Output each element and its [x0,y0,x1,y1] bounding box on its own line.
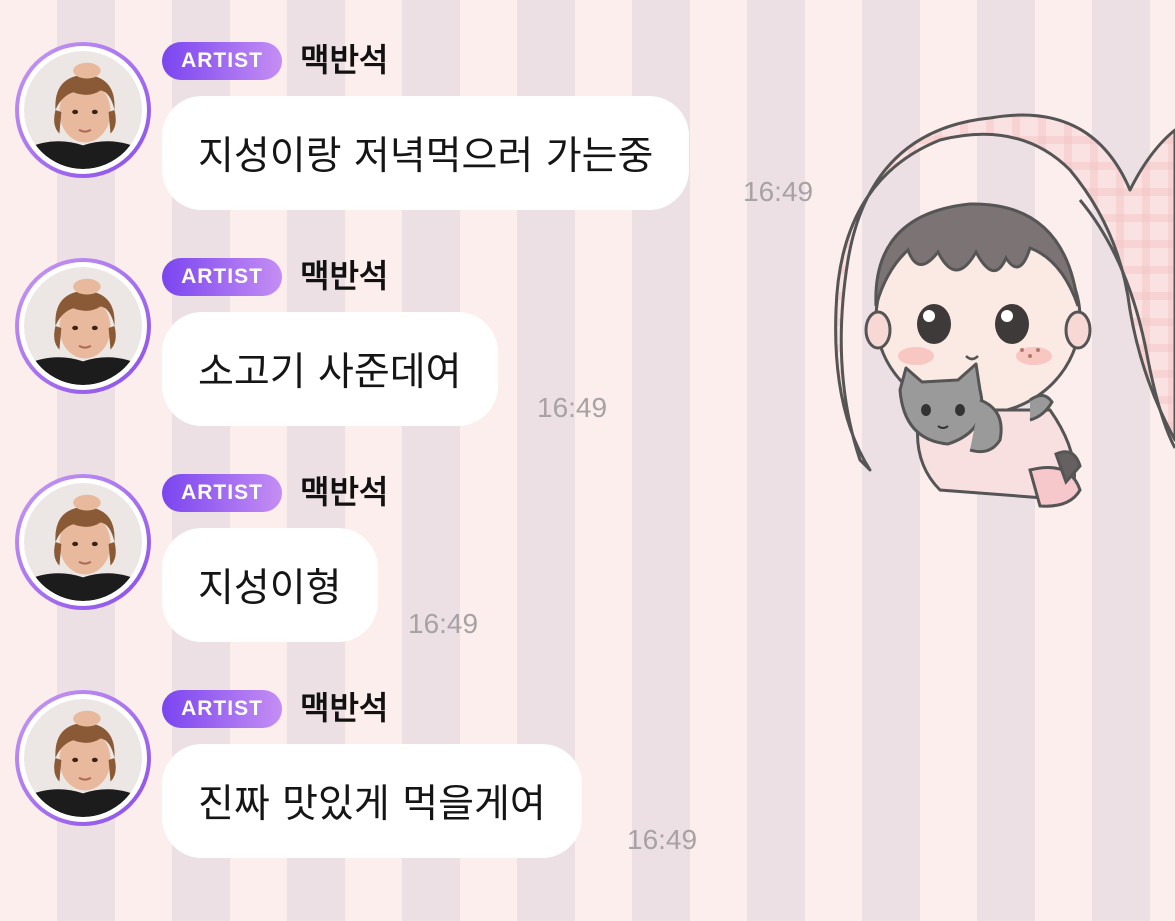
chat-message: ARTIST 맥반석 소고기 사준데여 16:49 [0,216,900,426]
artist-badge: ARTIST [162,690,282,728]
message-bubble[interactable]: 지성이형 [162,528,378,642]
artist-badge: ARTIST [162,42,282,80]
chat-message: ARTIST 맥반석 지성이랑 저녁먹으러 가는중 16:49 [0,0,900,210]
profile-photo-icon [24,699,142,817]
profile-photo-icon [24,267,142,385]
message-bubble[interactable]: 진짜 맛있게 먹을게여 [162,744,582,858]
chibi-with-cat-sticker-icon[interactable] [830,110,1175,530]
message-timestamp: 16:49 [627,824,698,855]
message-timestamp: 16:49 [537,392,608,423]
chat-log: ARTIST 맥반석 지성이랑 저녁먹으러 가는중 16:49 ARTIST 맥… [0,0,1175,921]
avatar[interactable] [15,690,151,826]
sender-name: 맥반석 [300,689,389,727]
avatar[interactable] [15,258,151,394]
chat-message: ARTIST 맥반석 지성이형 16:49 [0,432,900,642]
message-timestamp: 16:49 [743,176,814,207]
avatar[interactable] [15,474,151,610]
artist-badge: ARTIST [162,474,282,512]
profile-photo-icon [24,51,142,169]
artist-badge: ARTIST [162,258,282,296]
sender-name: 맥반석 [300,257,389,295]
sender-name: 맥반석 [300,473,389,511]
avatar[interactable] [15,42,151,178]
profile-photo-icon [24,483,142,601]
sender-name: 맥반석 [300,41,389,79]
message-timestamp: 16:49 [408,608,479,639]
chat-message: ARTIST 맥반석 진짜 맛있게 먹을게여 16:49 [0,648,900,858]
message-bubble[interactable]: 지성이랑 저녁먹으러 가는중 [162,96,690,210]
message-bubble[interactable]: 소고기 사준데여 [162,312,498,426]
